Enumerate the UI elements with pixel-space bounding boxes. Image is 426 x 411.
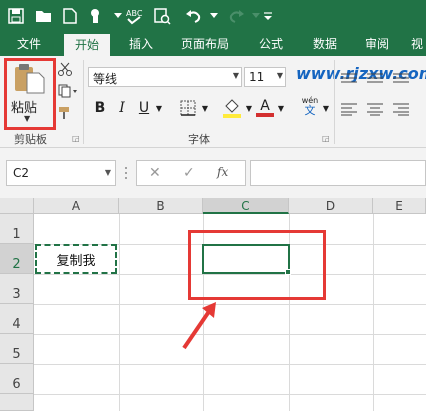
paste-button[interactable]: 粘贴 ▼: [4, 58, 56, 130]
tab-insert[interactable]: 插入: [118, 32, 164, 56]
row-header-7[interactable]: [0, 394, 34, 411]
row-header-6[interactable]: 6: [0, 364, 34, 394]
grid-line: [34, 394, 426, 395]
tab-file[interactable]: 文件: [6, 32, 52, 56]
bold-button[interactable]: B: [92, 98, 108, 118]
select-all-corner[interactable]: [0, 198, 34, 214]
cut-icon[interactable]: [58, 62, 72, 79]
vertical-dots-icon: [124, 166, 128, 183]
row-header-2[interactable]: 2: [0, 244, 34, 274]
phonetic-guide-button[interactable]: wén 文: [298, 96, 322, 117]
touch-mode-icon[interactable]: [84, 4, 108, 28]
insert-function-icon[interactable]: fx: [217, 165, 228, 179]
underline-button[interactable]: U: [136, 98, 152, 118]
chevron-down-icon: ▼: [276, 71, 283, 80]
clipboard-icon: [13, 63, 47, 98]
formula-buttons: ✕ ✓ fx: [136, 160, 246, 186]
tab-home[interactable]: 开始: [64, 34, 110, 56]
font-color-button[interactable]: A: [256, 98, 274, 118]
grid-line: [34, 364, 426, 365]
row-header-5[interactable]: 5: [0, 334, 34, 364]
align-top-icon[interactable]: [340, 72, 358, 89]
align-middle-icon[interactable]: [366, 72, 384, 89]
chevron-down-icon[interactable]: ▼: [200, 98, 210, 118]
font-color-bar: [256, 113, 274, 117]
column-header-b[interactable]: B: [119, 198, 203, 214]
row-header-3[interactable]: 3: [0, 274, 34, 304]
grid-line: [34, 334, 426, 335]
font-name-select[interactable]: 等线 ▼: [88, 67, 242, 87]
chevron-down-icon[interactable]: [202, 4, 226, 28]
chevron-down-icon[interactable]: ▼: [276, 98, 286, 118]
formula-input[interactable]: [250, 160, 426, 186]
worksheet-grid: A B C D E 1 2 3 4 5 6 复制我: [0, 198, 426, 411]
highlight-box: [188, 230, 326, 300]
new-file-icon[interactable]: [58, 4, 82, 28]
quick-access-toolbar: ABC: [0, 0, 426, 32]
column-header-d[interactable]: D: [289, 198, 373, 214]
name-box[interactable]: C2 ▼: [6, 160, 116, 186]
align-right-icon[interactable]: [392, 102, 410, 119]
open-folder-icon[interactable]: [32, 4, 56, 28]
tab-review[interactable]: 审阅: [354, 32, 400, 56]
font-size-value: 11: [249, 70, 265, 84]
dialog-launcher-icon[interactable]: ◲: [322, 134, 330, 143]
column-header-e[interactable]: E: [373, 198, 426, 214]
font-group-label: 字体: [188, 133, 210, 146]
grid-line: [34, 304, 426, 305]
chevron-down-icon[interactable]: ▼: [244, 98, 254, 118]
column-header-c[interactable]: C: [203, 198, 289, 214]
cell-a2[interactable]: 复制我: [35, 244, 117, 274]
chevron-down-icon: ▼: [232, 71, 239, 80]
save-icon[interactable]: [4, 4, 28, 28]
ribbon: 粘贴 ▼ 剪贴板 ◲ 等线 ▼ 11 ▼ www.rjzxw.com B I U…: [0, 56, 426, 148]
font-color-letter: A: [260, 98, 270, 114]
fill-color-icon[interactable]: [220, 98, 244, 118]
chevron-down-icon[interactable]: ▼: [322, 98, 330, 118]
arrow-annotation-icon: [180, 302, 220, 355]
italic-button[interactable]: I: [114, 98, 130, 118]
ribbon-tabs: 文件 开始 插入 页面布局 公式 数据 审阅 视: [0, 32, 426, 56]
row-header-4[interactable]: 4: [0, 304, 34, 334]
column-header-a[interactable]: A: [34, 198, 119, 214]
tab-view[interactable]: 视: [408, 32, 426, 56]
tab-data[interactable]: 数据: [302, 32, 348, 56]
group-separator: [334, 60, 335, 144]
tab-page-layout[interactable]: 页面布局: [172, 32, 238, 56]
dialog-launcher-icon[interactable]: ◲: [72, 134, 80, 143]
align-left-icon[interactable]: [340, 102, 358, 119]
formula-bar-area: C2 ▼ ✕ ✓ fx: [0, 148, 426, 198]
format-painter-icon[interactable]: [58, 106, 72, 123]
copy-icon[interactable]: [58, 84, 78, 101]
align-center-icon[interactable]: [366, 102, 384, 119]
row-header-1[interactable]: 1: [0, 214, 34, 244]
align-bottom-icon[interactable]: [392, 72, 410, 89]
svg-text:ABC: ABC: [126, 9, 143, 18]
customize-icon[interactable]: [256, 4, 280, 28]
cancel-icon[interactable]: ✕: [149, 165, 161, 181]
spell-check-icon[interactable]: ABC: [122, 4, 146, 28]
font-size-select[interactable]: 11 ▼: [244, 67, 286, 87]
name-box-value: C2: [13, 166, 30, 180]
tab-formulas[interactable]: 公式: [248, 32, 294, 56]
phonetic-char: 文: [304, 103, 316, 117]
clipboard-group-label: 剪贴板: [14, 133, 47, 146]
borders-icon[interactable]: [176, 98, 200, 118]
chevron-down-icon[interactable]: ▼: [105, 168, 111, 177]
confirm-icon[interactable]: ✓: [183, 165, 195, 181]
print-preview-icon[interactable]: [150, 4, 174, 28]
chevron-down-icon[interactable]: ▼: [154, 98, 164, 118]
chevron-down-icon[interactable]: ▼: [24, 114, 30, 123]
group-separator: [83, 60, 84, 144]
font-name-value: 等线: [93, 72, 118, 86]
